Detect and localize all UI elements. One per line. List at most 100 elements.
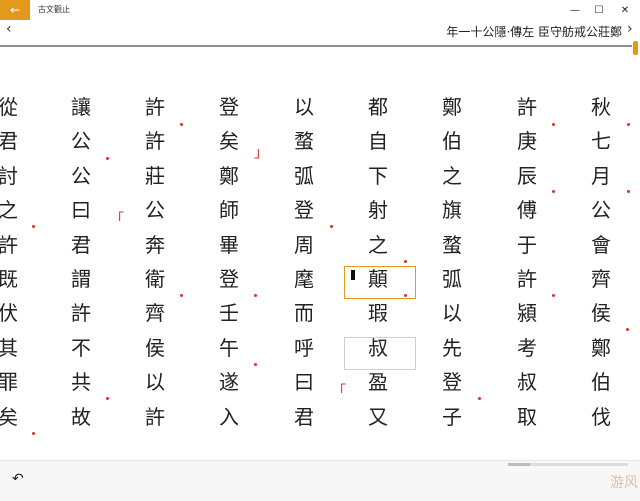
character[interactable]: 君 — [284, 398, 324, 433]
character[interactable]: 君 — [61, 226, 101, 261]
character[interactable]: 壬 — [209, 294, 249, 329]
character[interactable]: 不 — [61, 329, 101, 364]
character[interactable]: 弧 — [432, 260, 472, 295]
reading-progress[interactable] — [508, 463, 628, 466]
character[interactable]: 其 — [0, 329, 28, 364]
text-column: 許許莊公奔衛齊侯以許 — [135, 88, 175, 438]
character[interactable]: 七 — [581, 122, 621, 157]
character[interactable]: 秋 — [581, 88, 621, 123]
character[interactable]: 登 — [209, 88, 249, 123]
character[interactable]: 許 — [135, 122, 175, 157]
character[interactable]: 公 — [61, 157, 101, 192]
character[interactable]: 曰 — [284, 363, 324, 398]
undo-icon[interactable]: ↶ — [12, 471, 24, 487]
character[interactable]: 公 — [581, 191, 621, 226]
character[interactable]: 從 — [0, 88, 28, 123]
character[interactable]: 呼 — [284, 329, 324, 364]
character[interactable]: 矣 — [0, 398, 28, 433]
character[interactable]: 取 — [507, 398, 547, 433]
character[interactable]: 登 — [284, 191, 324, 226]
character[interactable]: 鄭 — [432, 88, 472, 123]
character[interactable]: 會 — [581, 226, 621, 261]
character[interactable]: 許 — [0, 226, 28, 261]
character[interactable]: 麾 — [284, 260, 324, 295]
character[interactable]: 旗 — [432, 191, 472, 226]
character[interactable]: 入 — [209, 398, 249, 433]
character[interactable]: 鄭 — [581, 329, 621, 364]
character[interactable]: 君 — [0, 122, 28, 157]
character[interactable]: 潁 — [507, 294, 547, 329]
character[interactable]: 叔 — [507, 363, 547, 398]
window-back-button[interactable]: ← — [0, 0, 30, 20]
character[interactable]: 先 — [432, 329, 472, 364]
character[interactable]: 蝥 — [432, 226, 472, 261]
character[interactable]: 許 — [61, 294, 101, 329]
character[interactable]: 許 — [507, 88, 547, 123]
character[interactable]: 既 — [0, 260, 28, 295]
character[interactable]: 故 — [61, 398, 101, 433]
character[interactable]: 許 — [507, 260, 547, 295]
close-button[interactable]: ✕ — [614, 2, 636, 18]
character[interactable]: 許 — [135, 398, 175, 433]
character[interactable]: 罪 — [0, 363, 28, 398]
character[interactable]: 鄭 — [209, 157, 249, 192]
character[interactable]: 遂 — [209, 363, 249, 398]
character[interactable]: 莊 — [135, 157, 175, 192]
character[interactable]: 伯 — [432, 122, 472, 157]
character[interactable]: 侯 — [581, 294, 621, 329]
maximize-button[interactable]: ☐ — [588, 2, 610, 18]
character[interactable]: 周 — [284, 226, 324, 261]
character[interactable]: 以 — [432, 294, 472, 329]
character[interactable]: 月 — [581, 157, 621, 192]
character[interactable]: 矣 — [209, 122, 249, 157]
character[interactable]: 于 — [507, 226, 547, 261]
character[interactable]: 之 — [432, 157, 472, 192]
character[interactable]: 庚 — [507, 122, 547, 157]
previous-chapter-button[interactable]: ‹ — [6, 21, 12, 37]
character[interactable]: 伯 — [581, 363, 621, 398]
character[interactable]: 射 — [358, 191, 398, 226]
character[interactable]: 下 — [358, 157, 398, 192]
character[interactable]: 子 — [432, 398, 472, 433]
character[interactable]: 侯 — [135, 329, 175, 364]
character[interactable]: 謂 — [61, 260, 101, 295]
character[interactable]: 曰 — [61, 191, 101, 226]
character[interactable]: 伏 — [0, 294, 28, 329]
character[interactable]: 公 — [135, 191, 175, 226]
character[interactable]: 討 — [0, 157, 28, 192]
punct-dot — [32, 432, 35, 435]
character[interactable]: 登 — [432, 363, 472, 398]
character[interactable]: 午 — [209, 329, 249, 364]
character[interactable]: 衛 — [135, 260, 175, 295]
hover-character-box[interactable] — [344, 337, 416, 370]
character[interactable]: 都 — [358, 88, 398, 123]
character[interactable]: 辰 — [507, 157, 547, 192]
character[interactable]: 師 — [209, 191, 249, 226]
minimize-button[interactable]: — — [564, 2, 586, 18]
character[interactable]: 以 — [284, 88, 324, 123]
punct-dot — [330, 225, 333, 228]
character[interactable]: 公 — [61, 122, 101, 157]
character[interactable]: 而 — [284, 294, 324, 329]
character[interactable]: 之 — [0, 191, 28, 226]
character[interactable]: 考 — [507, 329, 547, 364]
character[interactable]: 以 — [135, 363, 175, 398]
character[interactable]: 登 — [209, 260, 249, 295]
character[interactable]: 畢 — [209, 226, 249, 261]
scroll-thumb[interactable] — [633, 41, 638, 55]
character[interactable]: 共 — [61, 363, 101, 398]
character[interactable]: 讓 — [61, 88, 101, 123]
character[interactable]: 蝥 — [284, 122, 324, 157]
character[interactable]: 伐 — [581, 398, 621, 433]
character[interactable]: 傅 — [507, 191, 547, 226]
character[interactable]: 齊 — [581, 260, 621, 295]
character[interactable]: 奔 — [135, 226, 175, 261]
character[interactable]: 瑕 — [358, 294, 398, 329]
next-chapter-button[interactable]: › — [627, 21, 633, 37]
character[interactable]: 弧 — [284, 157, 324, 192]
character[interactable]: 又 — [358, 398, 398, 433]
character[interactable]: 齊 — [135, 294, 175, 329]
character[interactable]: 自 — [358, 122, 398, 157]
character[interactable]: 之 — [358, 226, 398, 261]
character[interactable]: 許 — [135, 88, 175, 123]
